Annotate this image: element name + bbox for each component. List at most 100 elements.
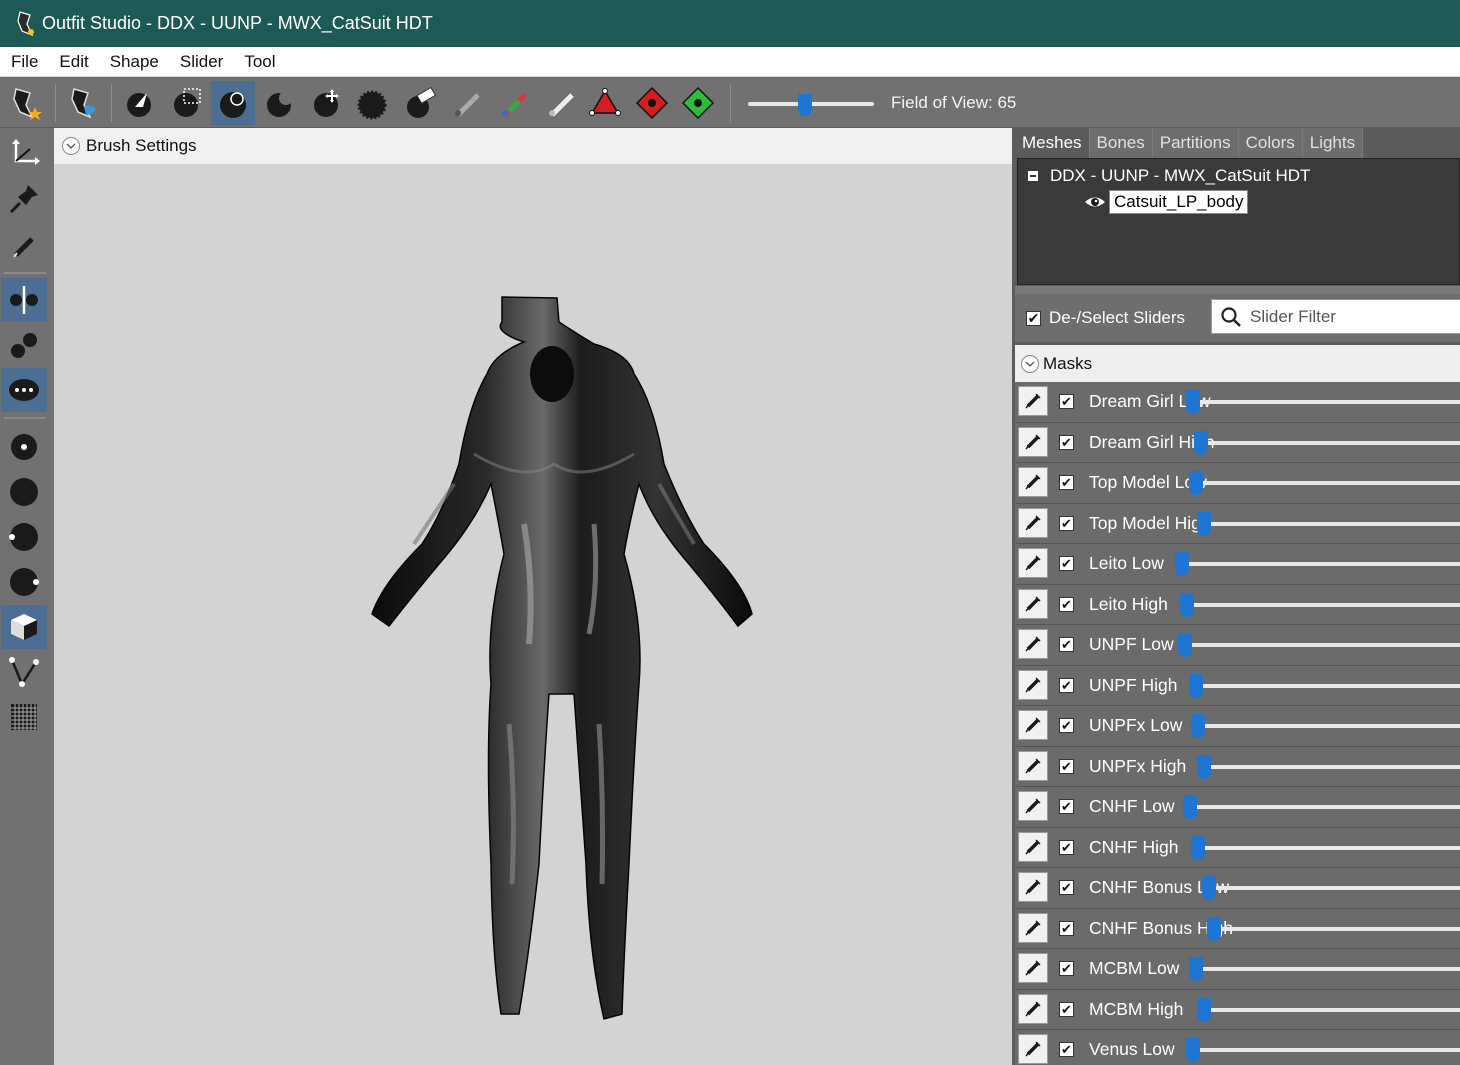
- slider-checkbox[interactable]: ✔: [1059, 637, 1074, 652]
- slider-track[interactable]: [1206, 764, 1460, 769]
- menu-file[interactable]: File: [0, 52, 48, 72]
- show-vertices-icon[interactable]: [1, 368, 47, 412]
- menu-slider[interactable]: Slider: [169, 52, 233, 72]
- slider-thumb[interactable]: [1202, 876, 1216, 900]
- menu-shape[interactable]: Shape: [99, 52, 169, 72]
- 3d-viewport[interactable]: [54, 164, 1012, 1065]
- sphere-left-icon[interactable]: [1, 515, 47, 559]
- menu-tool[interactable]: Tool: [233, 52, 285, 72]
- slider-thumb[interactable]: [1183, 795, 1198, 819]
- edit-slider-pencil-icon[interactable]: [1018, 993, 1048, 1024]
- slider-checkbox[interactable]: ✔: [1059, 556, 1074, 571]
- slider-checkbox[interactable]: ✔: [1059, 718, 1074, 733]
- slider-thumb[interactable]: [1177, 633, 1192, 657]
- tab-lights[interactable]: Lights: [1302, 128, 1364, 158]
- slider-track[interactable]: [1217, 926, 1460, 931]
- panel-divider[interactable]: [1015, 286, 1460, 294]
- menu-edit[interactable]: Edit: [48, 52, 98, 72]
- edit-slider-pencil-icon[interactable]: [1018, 467, 1048, 497]
- pivot-icon[interactable]: [630, 81, 674, 125]
- transform-icon[interactable]: [1, 131, 47, 175]
- slider-checkbox[interactable]: ✔: [1059, 596, 1074, 612]
- edit-slider-pencil-icon[interactable]: [1018, 507, 1048, 538]
- logo-star-icon[interactable]: [4, 81, 48, 125]
- slider-track[interactable]: [1193, 805, 1460, 809]
- slider-thumb[interactable]: [1191, 714, 1206, 738]
- slider-track[interactable]: [1203, 440, 1460, 445]
- slider-thumb[interactable]: [1207, 916, 1222, 941]
- slider-track[interactable]: [1198, 481, 1460, 485]
- edit-slider-pencil-icon[interactable]: [1018, 386, 1048, 416]
- transform-gizmo-icon[interactable]: [583, 81, 627, 125]
- edit-slider-pencil-icon[interactable]: [1018, 588, 1048, 619]
- mirror-x-icon[interactable]: [1, 278, 47, 322]
- weld-vertices-icon[interactable]: [1, 323, 47, 367]
- slider-thumb[interactable]: [1196, 511, 1211, 536]
- edit-slider-pencil-icon[interactable]: [1018, 629, 1048, 659]
- slider-checkbox[interactable]: ✔: [1059, 677, 1074, 693]
- edit-slider-pencil-icon[interactable]: [1018, 831, 1048, 862]
- color-brush-icon[interactable]: [491, 81, 535, 125]
- slider-checkbox[interactable]: ✔: [1059, 839, 1074, 855]
- alpha-brush-icon[interactable]: [538, 81, 582, 125]
- field-of-view-slider[interactable]: [748, 94, 874, 116]
- pencil-brush-icon[interactable]: [444, 81, 488, 125]
- tab-meshes[interactable]: Meshes: [1015, 128, 1090, 158]
- box-select-icon[interactable]: [164, 81, 208, 125]
- edge-icon[interactable]: [1, 650, 47, 694]
- slider-thumb[interactable]: [1180, 592, 1195, 617]
- slider-checkbox[interactable]: ✔: [1059, 434, 1074, 450]
- slider-checkbox[interactable]: ✔: [1059, 758, 1074, 774]
- slider-thumb[interactable]: [1188, 471, 1203, 495]
- slider-checkbox[interactable]: ✔: [1059, 1001, 1074, 1017]
- slider-thumb[interactable]: [1185, 1038, 1200, 1062]
- smooth-brush-icon[interactable]: [350, 81, 394, 125]
- sphere-right-icon[interactable]: [1, 560, 47, 604]
- edit-slider-pencil-icon[interactable]: [1018, 872, 1048, 902]
- slider-checkbox[interactable]: ✔: [1059, 799, 1074, 814]
- slider-thumb[interactable]: [1188, 673, 1203, 698]
- logo-wave-icon[interactable]: [62, 81, 106, 125]
- slider-track[interactable]: [1212, 886, 1460, 890]
- slider-track[interactable]: [1198, 967, 1460, 971]
- collapse-tree-icon[interactable]: [1028, 171, 1038, 181]
- slider-thumb[interactable]: [1191, 835, 1206, 860]
- slider-thumb[interactable]: [1196, 754, 1211, 779]
- tab-colors[interactable]: Colors: [1238, 128, 1303, 158]
- slider-thumb[interactable]: [1196, 997, 1211, 1022]
- slider-checkbox[interactable]: ✔: [1059, 515, 1074, 531]
- edit-slider-pencil-icon[interactable]: [1018, 669, 1048, 700]
- slider-checkbox[interactable]: ✔: [1059, 1042, 1074, 1057]
- slider-track[interactable]: [1187, 643, 1460, 647]
- slider-thumb[interactable]: [1188, 957, 1203, 981]
- inflate-brush-icon[interactable]: [211, 81, 255, 125]
- center-pivot-icon[interactable]: [676, 81, 720, 125]
- edit-slider-pencil-icon[interactable]: [1018, 912, 1048, 943]
- eraser-brush-icon[interactable]: [398, 81, 442, 125]
- slider-thumb[interactable]: [1193, 430, 1208, 455]
- slider-track[interactable]: [1185, 562, 1460, 566]
- tree-item-mesh[interactable]: Catsuit_LP_body: [1084, 190, 1249, 214]
- edit-slider-pencil-icon[interactable]: [1018, 548, 1048, 578]
- move-brush-icon[interactable]: [304, 81, 348, 125]
- deselect-sliders-checkbox[interactable]: ✔: [1026, 310, 1041, 326]
- slider-track[interactable]: [1195, 1048, 1460, 1052]
- tab-bones[interactable]: Bones: [1089, 128, 1153, 158]
- select-brush-icon[interactable]: [117, 81, 161, 125]
- slider-checkbox[interactable]: ✔: [1059, 394, 1074, 409]
- point-icon[interactable]: [1, 425, 47, 469]
- slider-track[interactable]: [1190, 602, 1460, 607]
- edit-slider-pencil-icon[interactable]: [1018, 791, 1048, 821]
- field-of-view-slider-thumb[interactable]: [798, 94, 812, 116]
- chevron-down-icon[interactable]: [1021, 354, 1039, 373]
- edit-slider-pencil-icon[interactable]: [1018, 750, 1048, 781]
- slider-track[interactable]: [1206, 521, 1460, 526]
- tab-partitions[interactable]: Partitions: [1152, 128, 1239, 158]
- slider-thumb[interactable]: [1175, 552, 1189, 576]
- slider-checkbox[interactable]: ✔: [1059, 920, 1074, 936]
- edit-brush-icon[interactable]: [1, 223, 47, 267]
- edit-slider-pencil-icon[interactable]: [1018, 953, 1048, 983]
- sphere-icon[interactable]: [1, 470, 47, 514]
- slider-track[interactable]: [1198, 683, 1460, 688]
- edit-slider-pencil-icon[interactable]: [1018, 1034, 1048, 1064]
